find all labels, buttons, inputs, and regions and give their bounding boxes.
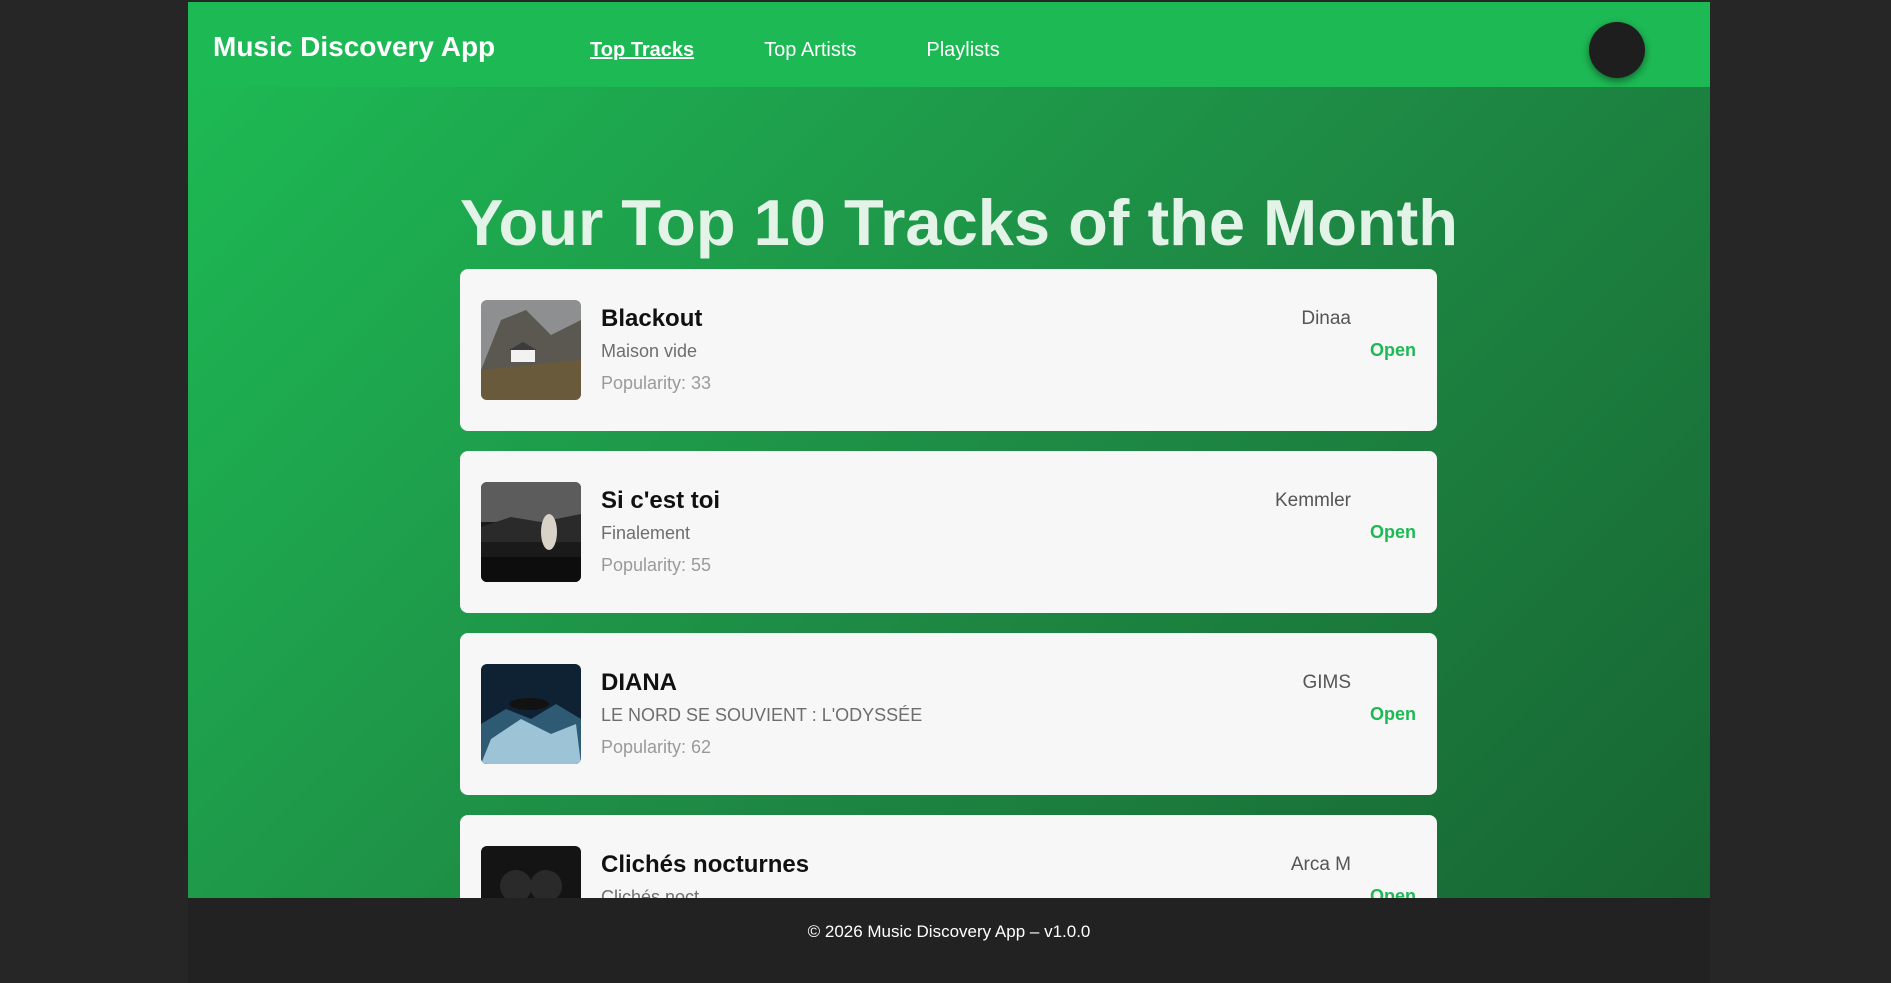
track-title: DIANA: [601, 669, 677, 696]
track-card[interactable]: Si c'est toi Finalement Popularity: 55 K…: [460, 451, 1437, 613]
track-card[interactable]: Clichés nocturnes Clichés noct Arca M Op…: [460, 815, 1437, 898]
open-track-button[interactable]: Open: [1370, 521, 1416, 543]
main-content: Your Top 10 Tracks of the Month Blackout…: [188, 87, 1710, 898]
open-track-button[interactable]: Open: [1370, 885, 1416, 898]
nav-top-artists[interactable]: Top Artists: [764, 38, 856, 62]
album-cover-image: [481, 300, 581, 400]
album-cover-image: [481, 482, 581, 582]
track-artist: GIMS: [1302, 672, 1351, 693]
track-artist: Arca M: [1290, 854, 1351, 875]
track-album: Maison vide: [601, 341, 698, 361]
open-track-button[interactable]: Open: [1370, 703, 1416, 725]
track-title: Clichés nocturnes: [601, 851, 810, 878]
track-popularity: Popularity: 33: [601, 373, 712, 393]
track-artist: Kemmler: [1274, 490, 1351, 511]
footer-text: © 2026 Music Discovery App – v1.0.0: [807, 921, 1091, 941]
album-cover-image: [481, 664, 581, 764]
app-title[interactable]: Music Discovery App: [213, 32, 495, 62]
nav-top-tracks[interactable]: Top Tracks: [590, 38, 694, 62]
track-card[interactable]: Blackout Maison vide Popularity: 33 Dina…: [460, 269, 1437, 431]
top-navbar: Music Discovery App Top Tracks Top Artis…: [188, 2, 1710, 87]
user-avatar-button[interactable]: [1589, 22, 1645, 78]
track-popularity: Popularity: 62: [601, 737, 712, 757]
album-cover-icon: [481, 664, 581, 764]
track-popularity: Popularity: 55: [601, 555, 712, 575]
open-track-button[interactable]: Open: [1370, 339, 1416, 361]
track-album: Finalement: [601, 523, 691, 543]
album-cover-image: [481, 846, 581, 898]
album-cover-icon: [481, 846, 581, 898]
page-footer: © 2026 Music Discovery App – v1.0.0: [188, 898, 1710, 983]
track-card[interactable]: DIANA LE NORD SE SOUVIENT : L'ODYSSÉE Po…: [460, 633, 1437, 795]
nav-playlists[interactable]: Playlists: [926, 38, 999, 62]
album-cover-icon: [481, 482, 581, 582]
page-title: Your Top 10 Tracks of the Month: [460, 186, 1458, 259]
app-frame: Music Discovery App Top Tracks Top Artis…: [188, 2, 1710, 983]
track-album: Clichés noct: [601, 887, 700, 898]
main-nav: Top Tracks Top Artists Playlists: [590, 38, 1070, 62]
track-title: Si c'est toi: [601, 487, 721, 514]
track-title: Blackout: [601, 305, 703, 332]
track-album: LE NORD SE SOUVIENT : L'ODYSSÉE: [601, 705, 923, 725]
track-artist: Dinaa: [1301, 308, 1351, 329]
album-cover-icon: [481, 300, 581, 400]
